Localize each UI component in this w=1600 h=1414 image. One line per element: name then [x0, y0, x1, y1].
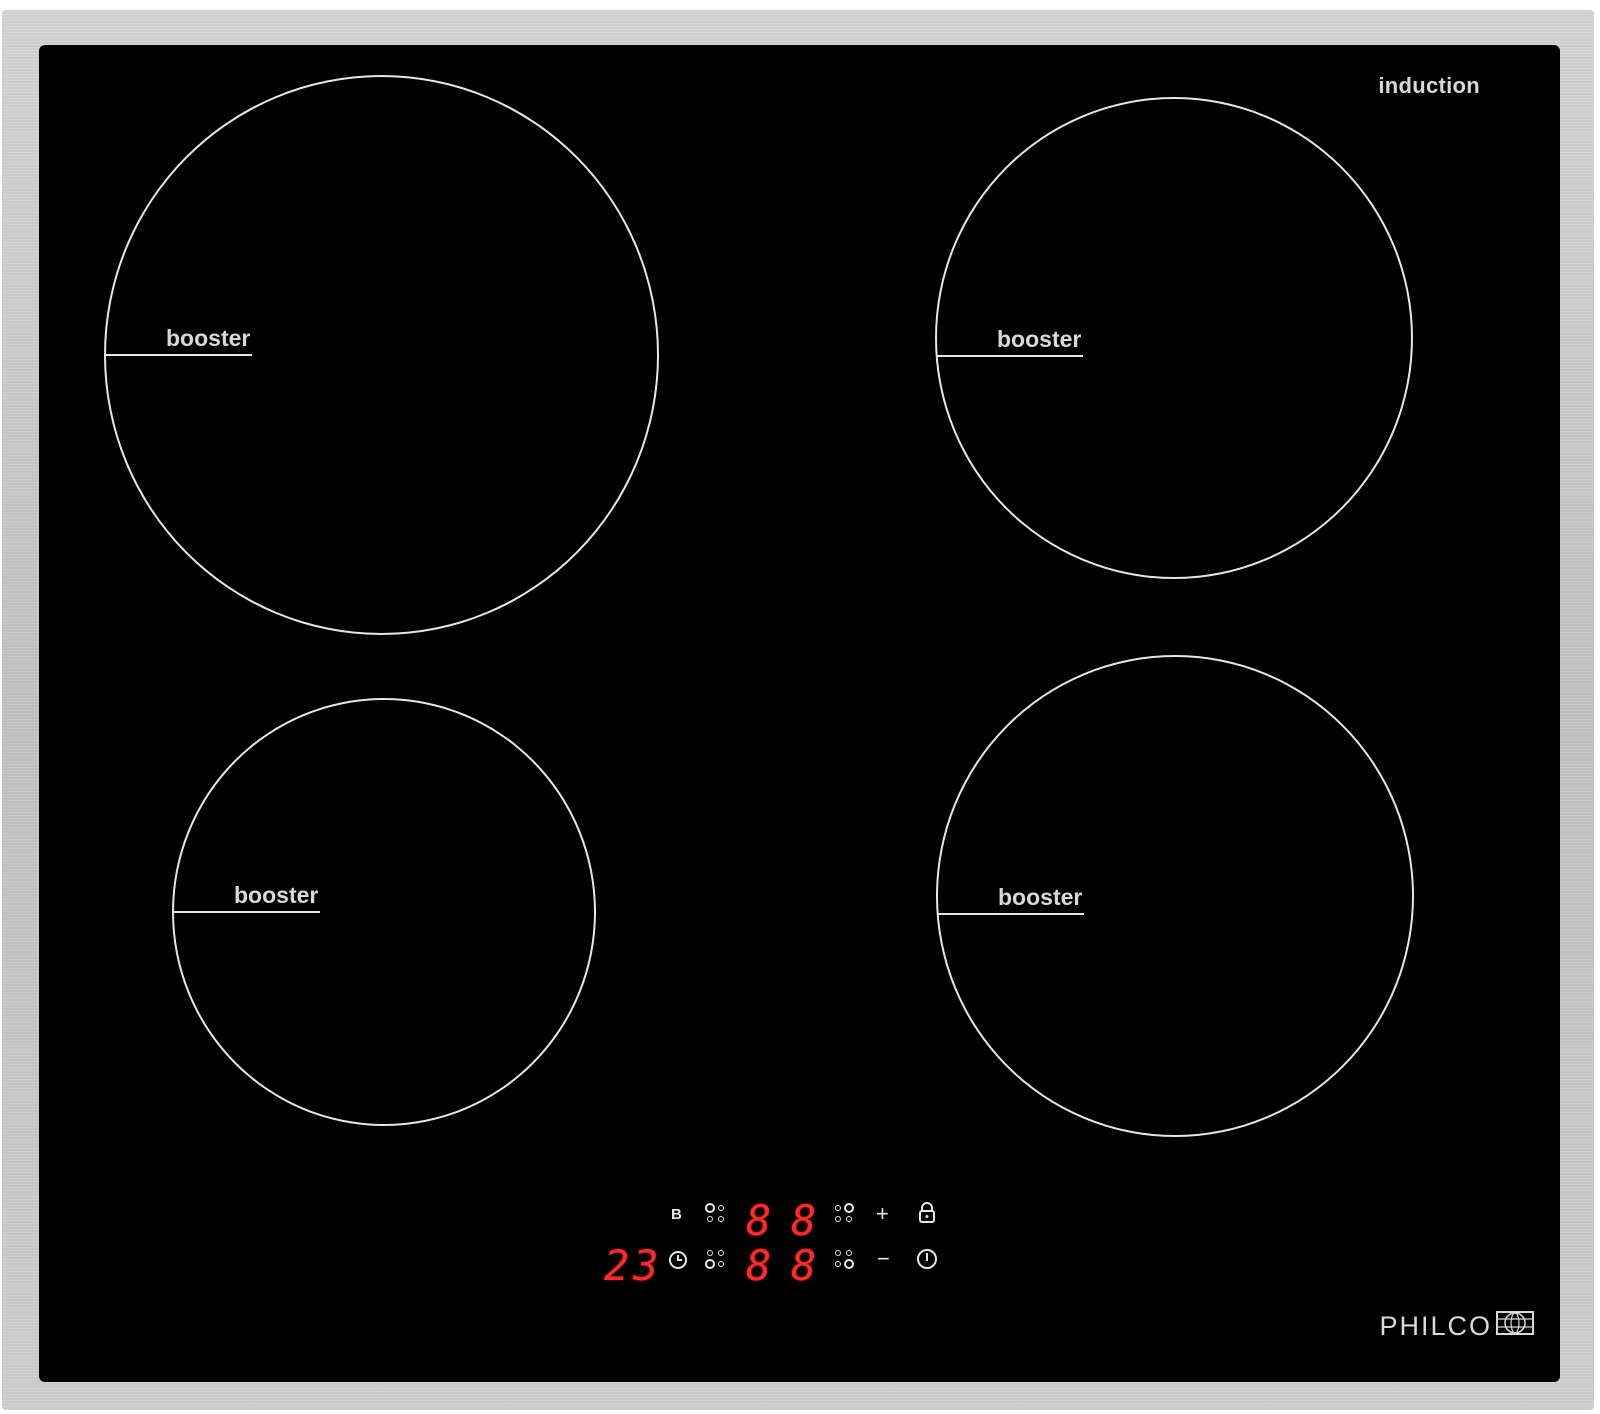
ceramic-glass-panel: induction booster booster booster booste… — [39, 45, 1560, 1382]
induction-label: induction — [1378, 73, 1480, 98]
minus-key[interactable]: − — [877, 1248, 890, 1270]
booster-label: booster — [997, 326, 1082, 352]
zone-select-front-right-icon[interactable] — [832, 1247, 856, 1275]
timer-clock-icon[interactable] — [667, 1249, 689, 1275]
brand-logo: PHILCO — [1379, 1311, 1534, 1342]
globe-icon — [1496, 1311, 1534, 1342]
cooking-zone-front-left-small[interactable]: booster — [172, 698, 596, 1126]
zone-power-display-top-right: 8 — [791, 1196, 821, 1245]
cooking-zone-back-right[interactable]: booster — [935, 97, 1413, 579]
zone-power-display-bottom-right: 8 — [791, 1241, 821, 1290]
zone-marker-line — [938, 913, 1084, 915]
power-icon[interactable] — [916, 1248, 938, 1274]
booster-label: booster — [234, 882, 319, 908]
booster-label: booster — [166, 325, 251, 351]
lock-icon[interactable] — [917, 1201, 937, 1229]
zone-marker-line — [106, 354, 252, 356]
plus-key[interactable]: + — [876, 1203, 889, 1225]
booster-label: booster — [998, 884, 1083, 910]
timer-display: 23 — [604, 1241, 663, 1290]
zone-marker-line — [174, 911, 320, 913]
zone-marker-line — [937, 355, 1083, 357]
zone-power-display-top-left: 8 — [746, 1196, 776, 1245]
brand-name: PHILCO — [1379, 1311, 1492, 1341]
zone-select-front-left-icon[interactable] — [704, 1202, 728, 1230]
zone-power-display-bottom-left: 8 — [746, 1241, 776, 1290]
cooking-zone-front-right[interactable]: booster — [936, 655, 1414, 1137]
zone-select-back-left-icon[interactable] — [704, 1247, 728, 1275]
booster-key[interactable]: B — [671, 1207, 682, 1222]
cooking-zone-front-left-large[interactable]: booster — [104, 75, 659, 635]
zone-select-back-right-icon[interactable] — [832, 1202, 856, 1230]
